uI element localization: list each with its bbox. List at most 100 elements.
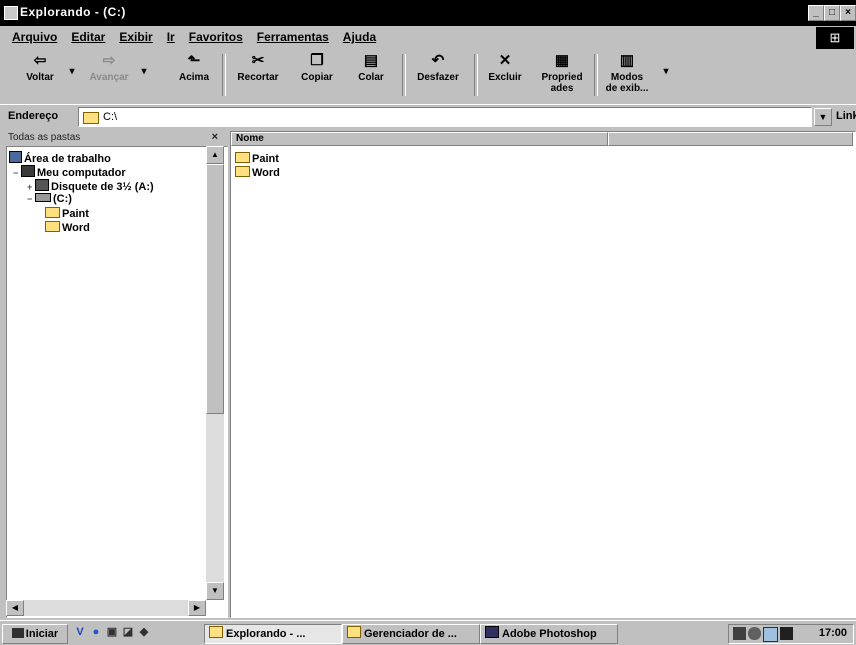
links-button[interactable]: Links xyxy=(836,110,856,122)
title-bar[interactable]: Explorando - (C:) _ □ × xyxy=(0,0,856,26)
delete-x-icon: ✕ xyxy=(498,52,512,69)
paste-icon: ▤ xyxy=(363,52,379,69)
up-button[interactable]: ⬑ Acima xyxy=(172,52,216,100)
tree-horizontal-scrollbar[interactable]: ◀ ▶ xyxy=(6,600,206,616)
folder-icon xyxy=(235,166,250,177)
windows-flag-icon xyxy=(11,628,24,638)
copy-button[interactable]: ❐ Copiar xyxy=(292,52,342,100)
delete-button[interactable]: ✕ Excluir xyxy=(482,52,528,100)
minimize-button[interactable]: _ xyxy=(808,5,824,21)
tree-label-floppy: Disquete de 3½ (A:) xyxy=(51,181,154,193)
menu-ir[interactable]: Ir xyxy=(167,30,175,44)
tree-item-word[interactable]: Word xyxy=(45,221,90,234)
expand-icon[interactable]: + xyxy=(27,181,35,193)
tree-item-paint[interactable]: Paint xyxy=(45,207,89,220)
tree-vertical-scrollbar[interactable]: ▲ ▼ xyxy=(206,146,224,600)
quick-launch-bar: V ● ▣ ◪ ◆ xyxy=(74,625,154,639)
show-desktop-icon[interactable]: ◪ xyxy=(122,625,134,639)
task-photoshop[interactable]: Adobe Photoshop xyxy=(480,624,618,644)
views-icon: ▥ xyxy=(619,52,635,69)
copy-label: Copiar xyxy=(301,72,333,83)
list-item[interactable]: Paint xyxy=(235,152,279,165)
toolbar-separator xyxy=(222,54,226,96)
task-explorer[interactable]: Explorando - ... xyxy=(204,624,342,644)
properties-button[interactable]: ▦ Propried ades xyxy=(534,52,590,100)
folder-icon xyxy=(45,221,60,232)
undo-label: Desfazer xyxy=(417,72,459,83)
address-dropdown-button[interactable]: ▼ xyxy=(814,108,832,126)
copy-icon: ❐ xyxy=(310,52,324,69)
menu-arquivo[interactable]: Arquivo xyxy=(12,30,57,44)
file-name: Word xyxy=(252,167,280,179)
file-list[interactable]: Nome Paint Word xyxy=(230,131,856,618)
scroll-thumb[interactable] xyxy=(206,164,224,414)
desktop-icon xyxy=(9,151,22,163)
paste-button[interactable]: ▤ Colar xyxy=(350,52,392,100)
tray-network-icon[interactable] xyxy=(733,627,746,640)
close-button[interactable]: × xyxy=(840,5,856,21)
tree-item-desktop[interactable]: Área de trabalho xyxy=(9,151,111,165)
drive-icon xyxy=(83,112,99,124)
task-file-manager[interactable]: Gerenciador de ... xyxy=(342,624,480,644)
menu-exibir[interactable]: Exibir xyxy=(119,30,152,44)
hard-drive-icon xyxy=(35,193,51,202)
up-label: Acima xyxy=(178,72,209,83)
toolbar: ⇦ Voltar ▾ ⇨ Avançar ▾ ⬑ Acima ✂ Recorta… xyxy=(0,48,856,104)
internet-explorer-icon[interactable]: ● xyxy=(90,625,102,639)
collapse-icon[interactable]: − xyxy=(13,167,21,179)
column-header-row: Nome xyxy=(231,132,853,146)
left-pane-close-button[interactable]: × xyxy=(212,131,218,143)
volume-icon[interactable] xyxy=(748,627,761,640)
forward-button[interactable]: ⇨ Avançar xyxy=(84,52,134,100)
up-folder-icon: ⬑ xyxy=(187,52,201,69)
quick-launch-app-icon[interactable]: ▣ xyxy=(106,625,118,639)
back-button[interactable]: ⇦ Voltar xyxy=(18,52,62,100)
scroll-left-arrow-icon[interactable]: ◀ xyxy=(6,600,24,616)
menu-ajuda[interactable]: Ajuda xyxy=(343,30,376,44)
properties-label-2: ades xyxy=(550,83,574,94)
scroll-right-arrow-icon[interactable]: ▶ xyxy=(188,600,206,616)
scroll-up-arrow-icon[interactable]: ▲ xyxy=(206,146,224,164)
tree-item-floppy[interactable]: + Disquete de 3½ (A:) xyxy=(27,179,154,193)
forward-arrow-icon: ⇨ xyxy=(102,52,116,69)
folder-icon xyxy=(347,626,361,638)
column-header-name[interactable]: Nome xyxy=(231,132,608,146)
computer-icon xyxy=(21,165,35,177)
start-button[interactable]: Iniciar xyxy=(2,624,68,644)
menu-ferramentas[interactable]: Ferramentas xyxy=(257,30,329,44)
tree-item-c-drive[interactable]: − (C:) xyxy=(27,193,72,205)
tray-monitor-icon[interactable] xyxy=(763,627,778,642)
task-label: Explorando - ... xyxy=(226,628,306,640)
folder-tree[interactable]: Área de trabalho − Meu computador + Disque… xyxy=(6,146,228,618)
tree-label-paint: Paint xyxy=(62,208,89,220)
quick-launch-channel-icon[interactable]: ◆ xyxy=(138,625,150,639)
scissors-icon: ✂ xyxy=(251,52,265,69)
collapse-icon[interactable]: − xyxy=(27,193,35,205)
floppy-icon xyxy=(35,179,49,191)
folder-icon xyxy=(209,626,223,638)
tray-app-icon[interactable] xyxy=(780,627,793,640)
undo-button[interactable]: ↶ Desfazer xyxy=(410,52,466,100)
tree-label-desktop: Área de trabalho xyxy=(24,153,111,165)
paste-label: Colar xyxy=(358,72,384,83)
address-input[interactable]: C:\ xyxy=(78,107,812,127)
left-pane-title: Todas as pastas xyxy=(8,132,81,143)
scroll-down-arrow-icon[interactable]: ▼ xyxy=(206,582,224,600)
views-label-1: Modos xyxy=(610,72,644,83)
photoshop-icon xyxy=(485,626,499,638)
quick-launch-v-icon[interactable]: V xyxy=(74,625,86,639)
menu-favoritos[interactable]: Favoritos xyxy=(189,30,243,44)
list-item[interactable]: Word xyxy=(235,166,280,179)
menu-editar[interactable]: Editar xyxy=(71,30,105,44)
taskbar: Iniciar V ● ▣ ◪ ◆ Explorando - ... Geren… xyxy=(0,620,856,645)
window-title: Explorando - (C:) xyxy=(20,5,126,19)
column-header-extra[interactable] xyxy=(607,132,853,146)
tree-item-my-computer[interactable]: − Meu computador xyxy=(13,165,126,179)
cut-button[interactable]: ✂ Recortar xyxy=(230,52,286,100)
toolbar-separator xyxy=(474,54,478,96)
address-label: Endereço xyxy=(8,110,59,122)
maximize-button[interactable]: □ xyxy=(824,5,840,21)
address-value: C:\ xyxy=(103,111,118,123)
views-button[interactable]: ▥ Modos de exib... xyxy=(600,52,654,100)
properties-icon: ▦ xyxy=(554,52,570,69)
